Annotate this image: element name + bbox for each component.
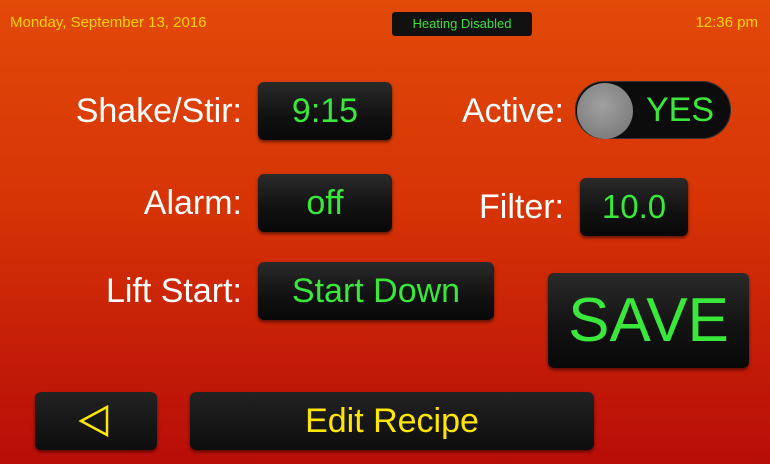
title-bar: Edit Recipe	[190, 392, 594, 450]
save-button[interactable]: SAVE	[548, 273, 749, 368]
shake-stir-value: 9:15	[291, 92, 359, 130]
alarm-button[interactable]: off	[258, 174, 392, 232]
shake-stir-button[interactable]: 9:15	[258, 82, 392, 140]
filter-label: Filter:	[479, 188, 564, 226]
lift-start-value: Start Down	[291, 272, 461, 310]
page-title: Edit Recipe	[305, 402, 479, 440]
toggle-knob[interactable]	[577, 83, 633, 139]
active-label: Active:	[461, 92, 564, 130]
filter-button[interactable]: 10.0	[580, 178, 688, 236]
save-button-label: SAVE	[568, 286, 729, 355]
alarm-label: Alarm:	[143, 184, 242, 222]
back-button[interactable]	[35, 392, 157, 450]
date-text: Monday, September 13, 2016	[10, 14, 207, 31]
heating-status-badge: Heating Disabled	[392, 12, 532, 36]
back-triangle-icon	[78, 404, 109, 438]
lift-start-label: Lift Start:	[105, 272, 242, 310]
filter-value: 10.0	[601, 188, 667, 225]
alarm-value: off	[306, 184, 344, 222]
shake-stir-label: Shake/Stir:	[75, 92, 242, 130]
lift-start-button[interactable]: Start Down	[258, 262, 494, 320]
time-text: 12:36 pm	[695, 14, 758, 31]
active-toggle-label: YES	[645, 91, 715, 129]
